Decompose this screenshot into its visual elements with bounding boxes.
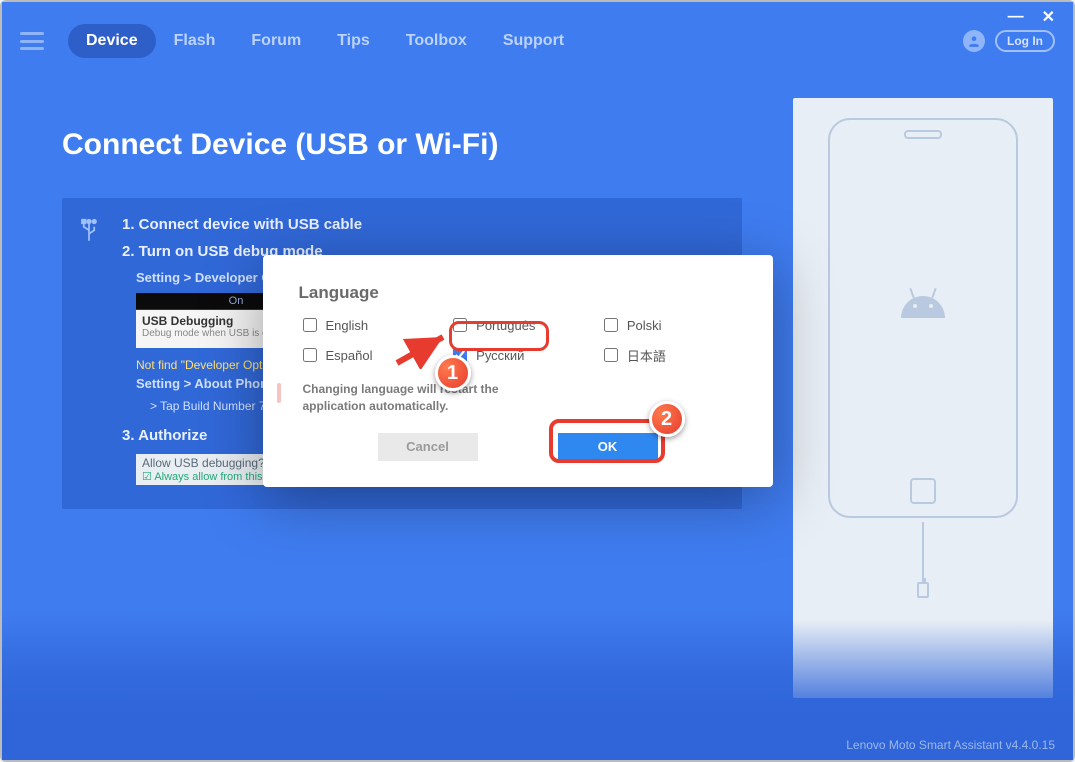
menu-icon[interactable]: [20, 32, 44, 50]
dialog-title: Language: [299, 283, 737, 303]
user-icon[interactable]: [963, 30, 985, 52]
dialog-actions: Cancel OK: [299, 433, 737, 461]
nav-flash[interactable]: Flash: [156, 24, 234, 58]
lang-russian[interactable]: Русский: [449, 345, 586, 365]
step-1: 1. Connect device with USB cable: [122, 216, 718, 233]
close-button[interactable]: ✕: [1042, 7, 1055, 27]
lang-espanol[interactable]: Español: [299, 345, 436, 365]
phone-outline: [828, 118, 1018, 518]
version-footer: Lenovo Moto Smart Assistant v4.4.0.15: [846, 738, 1055, 752]
lang-english[interactable]: English: [299, 315, 436, 335]
usb-icon: [78, 218, 100, 252]
language-options: English Português Polski Español Русский…: [299, 315, 737, 365]
window-controls: — ✕: [990, 2, 1073, 32]
nav-forum[interactable]: Forum: [233, 24, 319, 58]
header-right: Log In: [963, 30, 1055, 52]
lang-portugues[interactable]: Português: [449, 315, 586, 335]
main-nav: Device Flash Forum Tips Toolbox Support: [68, 24, 582, 58]
lang-polski[interactable]: Polski: [600, 315, 737, 335]
nav-device[interactable]: Device: [68, 24, 156, 58]
cancel-button[interactable]: Cancel: [378, 433, 478, 461]
ok-button[interactable]: OK: [558, 433, 658, 461]
minimize-button[interactable]: —: [1008, 8, 1024, 26]
top-bar: Device Flash Forum Tips Toolbox Support …: [2, 2, 1073, 58]
page-title: Connect Device (USB or Wi-Fi): [62, 128, 773, 162]
android-icon: [901, 296, 945, 340]
language-dialog: Language English Português Polski Españo…: [263, 255, 773, 487]
nav-support[interactable]: Support: [485, 24, 582, 58]
lang-japanese[interactable]: 日本語: [600, 345, 737, 365]
nav-tips[interactable]: Tips: [319, 24, 388, 58]
login-button[interactable]: Log In: [995, 30, 1055, 52]
restart-warning: Changing language will restart theapplic…: [299, 381, 737, 415]
nav-toolbox[interactable]: Toolbox: [388, 24, 485, 58]
usb-plug-icon: [917, 582, 929, 598]
phone-preview: [793, 98, 1053, 698]
cable-icon: [922, 522, 924, 582]
app-window: — ✕ Device Flash Forum Tips Toolbox Supp…: [2, 2, 1073, 760]
